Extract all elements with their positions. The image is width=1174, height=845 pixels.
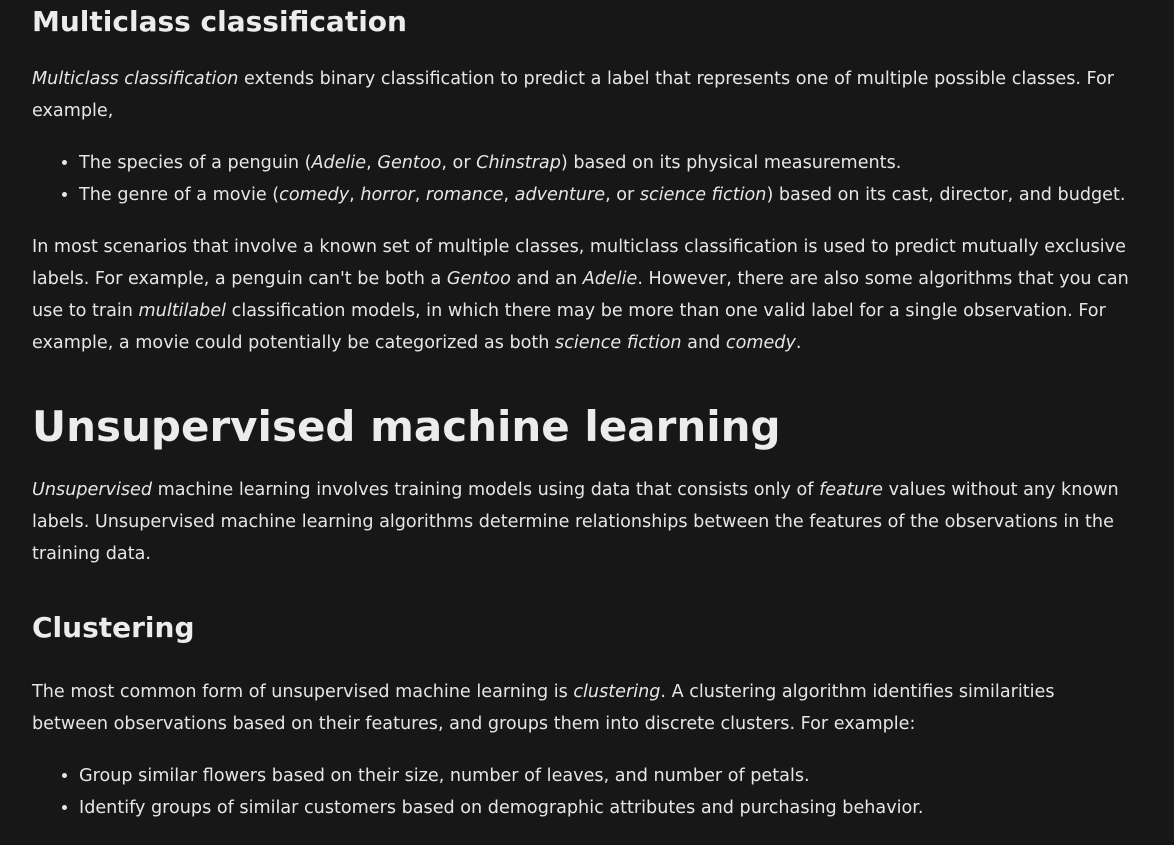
text: and an	[510, 269, 583, 289]
term-adelie: Adelie	[311, 153, 367, 173]
list-item-penguin-species: The species of a penguin (Adelie, Gentoo…	[79, 147, 1174, 179]
term-gentoo: Gentoo	[377, 153, 442, 173]
term-multilabel: multilabel	[138, 301, 227, 321]
term-clustering: clustering	[573, 682, 661, 702]
text: ,	[414, 185, 426, 205]
list-clustering-examples: Group similar flowers based on their siz…	[32, 760, 1174, 824]
term-unsupervised: Unsupervised	[32, 480, 153, 500]
text: ) based on its physical measurements.	[560, 153, 902, 173]
list-item-flowers: Group similar flowers based on their siz…	[79, 760, 1174, 792]
text: The species of a penguin (	[79, 153, 312, 173]
article-page: Multiclass classification Multiclass cla…	[0, 0, 1174, 845]
term-horror: horror	[360, 185, 415, 205]
paragraph-unsupervised: Unsupervised machine learning involves t…	[32, 474, 1132, 570]
term-comedy: comedy	[279, 185, 350, 205]
term-comedy: comedy	[725, 333, 796, 353]
term-adelie: Adelie	[582, 269, 638, 289]
text: , or	[441, 153, 477, 173]
text: machine learning involves training model…	[152, 480, 820, 500]
heading-multiclass-classification: Multiclass classification	[32, 5, 407, 38]
text: ,	[503, 185, 515, 205]
list-item-movie-genre: The genre of a movie (comedy, horror, ro…	[79, 179, 1174, 211]
text: The most common form of unsupervised mac…	[32, 682, 574, 702]
text: The genre of a movie (	[79, 185, 280, 205]
heading-unsupervised-machine-learning: Unsupervised machine learning	[32, 402, 781, 451]
heading-clustering: Clustering	[32, 611, 195, 644]
text: and	[681, 333, 726, 353]
paragraph-multiclass-intro: Multiclass classification extends binary…	[32, 63, 1132, 127]
term-multiclass-classification: Multiclass classification	[32, 69, 239, 89]
term-romance: romance	[425, 185, 504, 205]
list-multiclass-examples: The species of a penguin (Adelie, Gentoo…	[32, 147, 1174, 211]
term-adventure: adventure	[514, 185, 606, 205]
text: , or	[605, 185, 640, 205]
term-feature: feature	[819, 480, 883, 500]
text: ) based on its cast, director, and budge…	[766, 185, 1126, 205]
term-science-fiction: science fiction	[555, 333, 682, 353]
term-gentoo: Gentoo	[446, 269, 511, 289]
list-item-customers: Identify groups of similar customers bas…	[79, 792, 1174, 824]
paragraph-multiclass-scenarios: In most scenarios that involve a known s…	[32, 231, 1132, 359]
term-chinstrap: Chinstrap	[476, 153, 561, 173]
text: ,	[349, 185, 361, 205]
text: ,	[366, 153, 378, 173]
text: .	[795, 333, 802, 353]
paragraph-clustering: The most common form of unsupervised mac…	[32, 676, 1132, 740]
term-science-fiction: science fiction	[639, 185, 767, 205]
